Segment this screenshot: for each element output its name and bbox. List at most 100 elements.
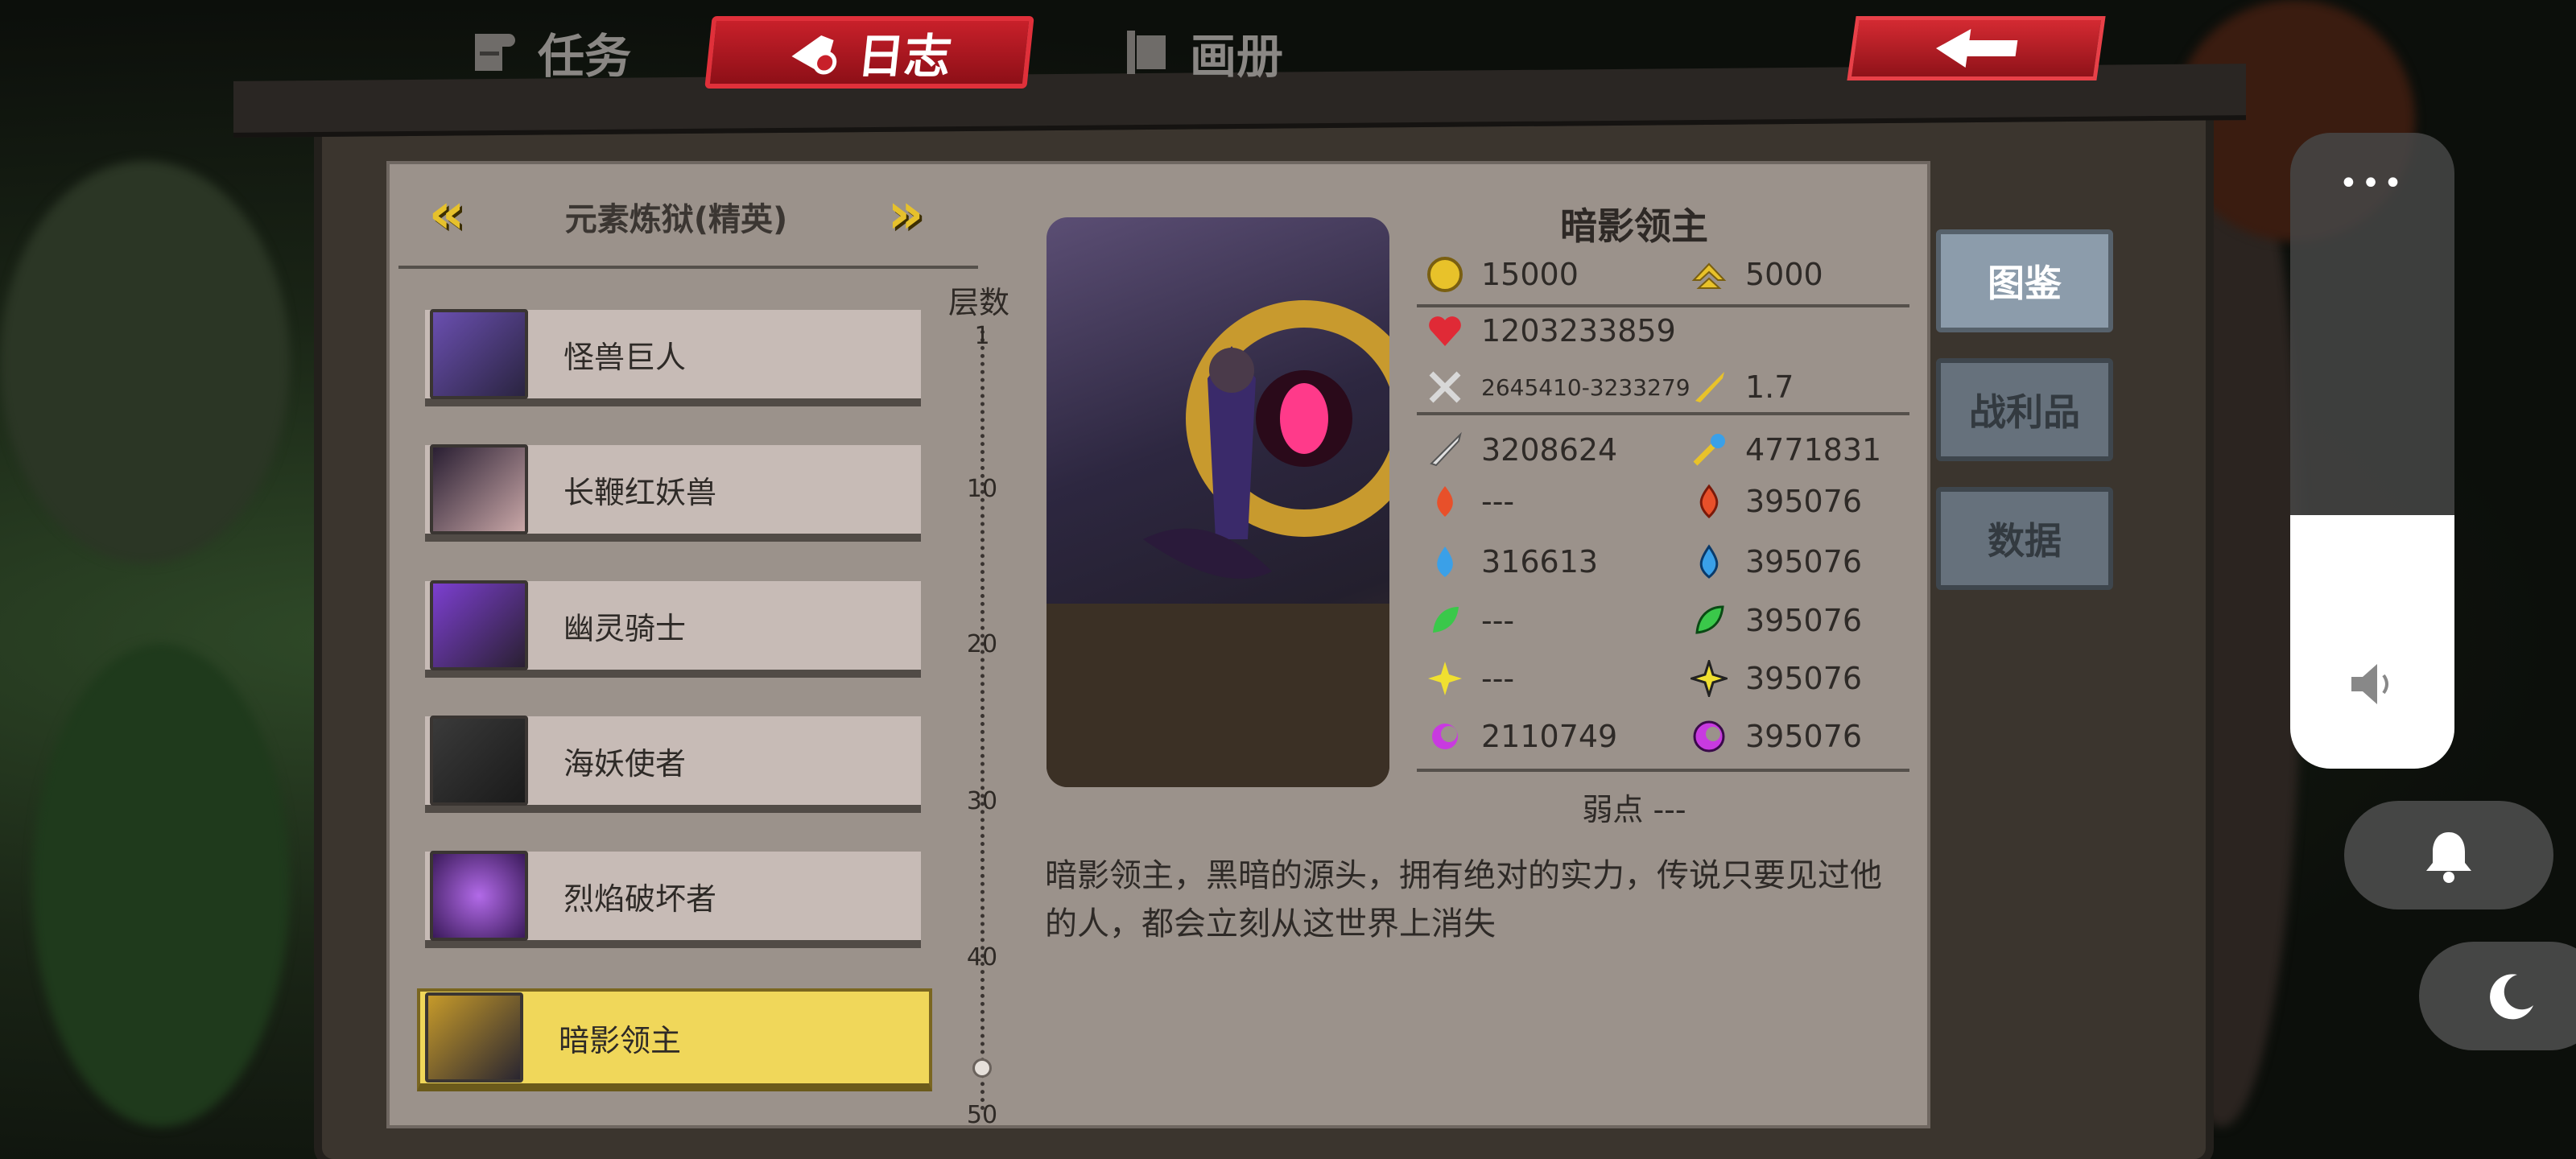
tab-album-label: 画册	[1190, 29, 1284, 84]
boss-name: 暗影领主	[1560, 204, 1708, 248]
depth-tick: 20	[966, 630, 998, 658]
stat-fire-atk: ---	[1426, 483, 1514, 520]
tab-journal[interactable]: 日志	[704, 16, 1034, 89]
depth-tick: 10	[966, 475, 998, 503]
tab-loot[interactable]: 战利品	[1936, 358, 2113, 461]
stat-value: 395076	[1745, 603, 1863, 638]
magic-staff-icon	[1693, 434, 1725, 466]
stat-light-atk: ---	[1426, 660, 1514, 697]
speaker-icon	[2351, 664, 2388, 704]
stat-value: ---	[1481, 603, 1515, 638]
volume-slider[interactable]: •••	[2290, 133, 2454, 769]
stat-value: 5000	[1745, 257, 1823, 292]
list-item-selected[interactable]: 暗影领主	[417, 988, 932, 1091]
wind-sword-icon	[1433, 607, 1459, 633]
stat-gold: 15000	[1426, 256, 1579, 293]
book-icon	[1127, 31, 1166, 74]
boss-illustration	[1046, 217, 1389, 787]
tab-journal-label: 日志	[854, 29, 955, 84]
list-item[interactable]: 长鞭红妖兽	[425, 444, 921, 542]
depth-tick: 50	[966, 1101, 998, 1129]
horn-icon	[791, 35, 837, 75]
tab-album[interactable]: 画册	[1119, 16, 1283, 89]
more-options-icon[interactable]: •••	[2290, 165, 2454, 202]
depth-tick: 1	[974, 322, 990, 350]
fire-shield-icon	[1699, 484, 1719, 519]
stat-dark-atk: 2110749	[1426, 718, 1617, 755]
tab-task[interactable]: 任务	[467, 16, 631, 89]
red-demon-portrait	[430, 444, 528, 534]
depth-marker	[972, 1058, 992, 1078]
chapter-title: 元素炼狱(精英)	[564, 201, 788, 238]
monster-name: 暗影领主	[559, 1022, 682, 1058]
stat-value: 316613	[1481, 544, 1599, 580]
divider	[398, 266, 978, 269]
depth-tick: 40	[966, 943, 998, 971]
stat-value: 1203233859	[1481, 313, 1676, 349]
stat-value: 395076	[1745, 544, 1863, 580]
crossed-swords-icon	[1429, 371, 1461, 403]
stat-value: 3208624	[1481, 432, 1618, 468]
list-item[interactable]: 海妖使者	[425, 716, 921, 813]
stat-water-res: 395076	[1690, 543, 1862, 580]
stat-value: 4771831	[1745, 432, 1882, 468]
water-sword-icon	[1437, 547, 1453, 577]
list-item[interactable]: 幽灵骑士	[425, 580, 921, 678]
sea-demon-portrait	[430, 716, 528, 806]
gold-coin-icon	[1427, 257, 1463, 292]
tab-data[interactable]: 数据	[1936, 487, 2113, 590]
back-button[interactable]	[1847, 16, 2106, 80]
water-shield-icon	[1699, 544, 1719, 579]
depth-scale	[980, 330, 985, 1111]
list-item[interactable]: 烈焰破坏者	[425, 851, 921, 948]
stat-value: 1.7	[1745, 369, 1794, 405]
monster-name: 烈焰破坏者	[564, 881, 717, 917]
depth-label: 层数	[948, 285, 1010, 320]
stat-value: 395076	[1745, 484, 1863, 519]
stat-physical: 3208624	[1426, 431, 1617, 468]
prev-chapter-icon[interactable]: «	[419, 180, 475, 246]
notification-toggle[interactable]	[2344, 801, 2553, 909]
stat-wind-atk: ---	[1426, 602, 1514, 639]
divider	[1417, 412, 1909, 415]
stat-value: ---	[1481, 484, 1515, 519]
stat-magic: 4771831	[1690, 431, 1881, 468]
stat-value: 2645410-3233279	[1481, 373, 1690, 401]
bell-icon	[2426, 831, 2471, 883]
scroll-icon	[475, 34, 515, 71]
light-sword-icon	[1428, 662, 1462, 695]
stat-exp: 5000	[1690, 256, 1823, 293]
next-chapter-icon[interactable]: »	[877, 180, 934, 246]
stat-value: 395076	[1745, 661, 1863, 696]
stat-value: 15000	[1481, 257, 1579, 292]
depth-tick: 30	[966, 787, 998, 815]
divider	[1417, 304, 1909, 307]
tab-codex[interactable]: 图鉴	[1936, 229, 2113, 332]
stat-water-atk: 316613	[1426, 543, 1598, 580]
dark-mode-toggle[interactable]	[2419, 942, 2576, 1050]
stat-hp: 1203233859	[1426, 312, 1676, 349]
stat-light-res: 395076	[1690, 660, 1862, 697]
golem-portrait	[430, 309, 528, 399]
stat-fire-res: 395076	[1690, 483, 1862, 520]
tab-task-label: 任务	[538, 29, 632, 84]
ghost-knight-portrait	[430, 580, 528, 670]
dark-sword-icon	[1432, 724, 1458, 749]
weakness-label: 弱点 ---	[1582, 792, 1686, 827]
monster-name: 海妖使者	[564, 745, 687, 782]
volume-level	[2290, 515, 2454, 769]
stat-value: 395076	[1745, 719, 1863, 754]
monster-name: 幽灵骑士	[564, 610, 687, 646]
stat-wind-res: 395076	[1690, 602, 1862, 639]
moon-icon	[2490, 973, 2533, 1019]
divider	[1417, 769, 1909, 772]
back-arrow-icon	[1936, 29, 2018, 68]
fire-sword-icon	[1437, 486, 1453, 517]
stat-value: 2110749	[1481, 719, 1618, 754]
list-item[interactable]: 怪兽巨人	[425, 309, 921, 406]
monster-name: 怪兽巨人	[564, 339, 687, 375]
stat-value: ---	[1481, 661, 1515, 696]
stat-crit: 1.7	[1690, 369, 1794, 406]
boss-description: 暗影领主，黑暗的源头，拥有绝对的实力，传说只要见过他的人，都会立刻从这世界上消失	[1045, 857, 1882, 942]
flame-destroyer-portrait	[430, 851, 528, 941]
